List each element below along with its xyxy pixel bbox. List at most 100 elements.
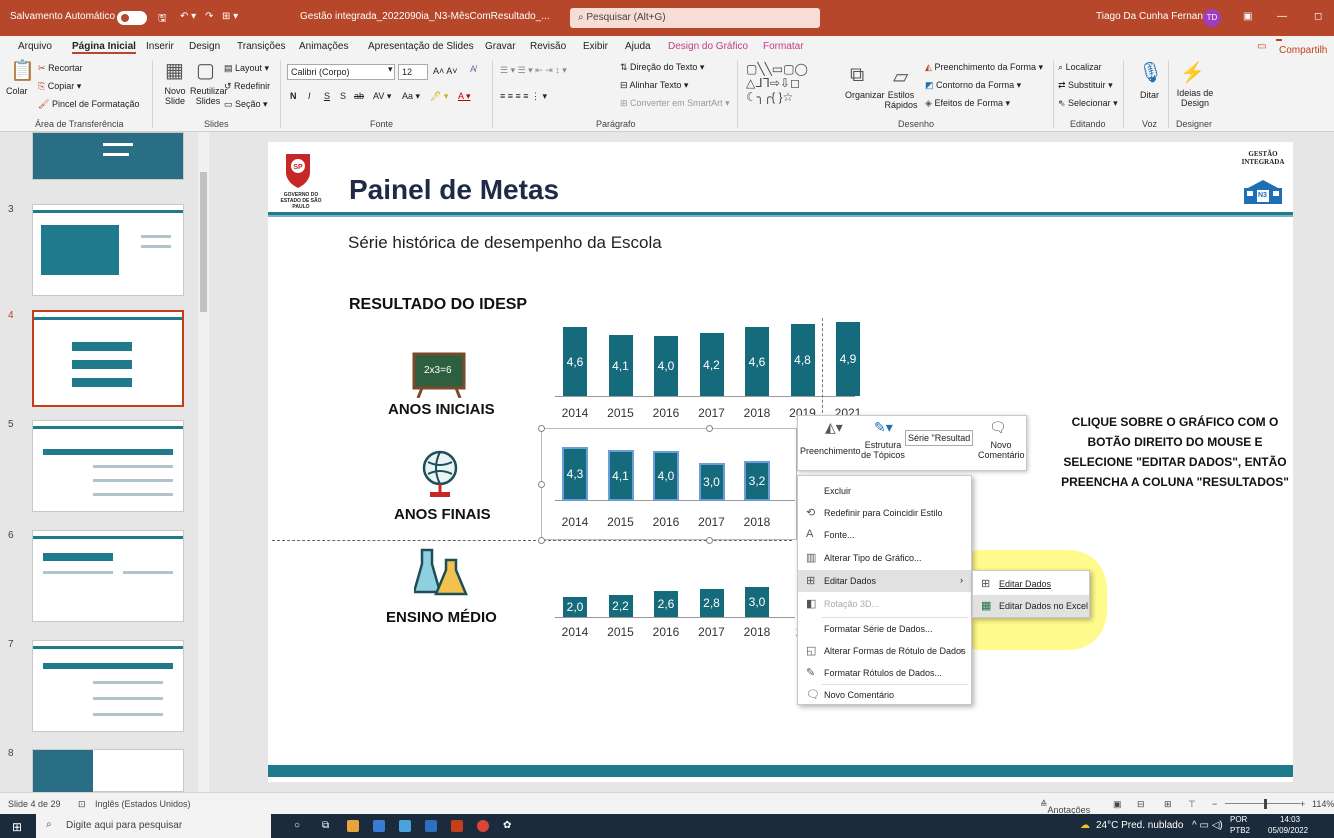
tab-inserir[interactable]: Inserir <box>146 41 174 52</box>
underline-button[interactable]: S <box>324 91 330 101</box>
slide-thumbnail-7[interactable] <box>32 640 184 732</box>
quick-styles-icon[interactable]: ▱ <box>893 64 908 89</box>
slide-thumbnail-5[interactable] <box>32 420 184 512</box>
file-explorer-icon[interactable] <box>373 820 385 832</box>
chart-bar[interactable]: 4,1 <box>607 450 634 501</box>
resize-handle[interactable] <box>706 425 713 432</box>
new-slide-button[interactable]: Novo Slide <box>160 86 190 106</box>
slide-thumbnail-4[interactable] <box>32 310 184 407</box>
chart-bar[interactable]: 4,6 <box>745 327 769 396</box>
chart-bar[interactable]: 2,6 <box>654 591 678 617</box>
menu-item-excluir[interactable]: Excluir <box>798 480 971 502</box>
slide-title[interactable]: Painel de Metas <box>349 174 559 206</box>
reading-view-icon[interactable]: ⊤ <box>1188 799 1196 810</box>
new-comment-button[interactable]: Novo Comentário <box>978 440 1025 460</box>
chart-bar[interactable]: 4,6 <box>563 327 587 396</box>
powerpoint-icon[interactable] <box>451 820 463 832</box>
microphone-icon[interactable]: 🎙 <box>1138 60 1163 85</box>
notes-button[interactable]: ≙ Anotações <box>1040 799 1090 815</box>
reuse-slides-button[interactable]: Reutilizar Slides <box>190 86 228 106</box>
fill-button[interactable]: Preenchimento <box>800 446 861 456</box>
paint-bucket-icon[interactable]: ◭▾ <box>825 419 843 436</box>
strikethrough-icon[interactable]: ab <box>354 91 364 101</box>
tab-transicoes[interactable]: Transições <box>237 41 286 52</box>
sorter-view-icon[interactable]: ⊞ <box>1164 799 1172 810</box>
shape-fill-button[interactable]: ◭ Preenchimento da Forma ▾ <box>925 62 1043 73</box>
text-direction-button[interactable]: ⇅ Direção do Texto ▾ <box>620 62 704 73</box>
submenu-item-editar-excel[interactable]: ▦ Editar Dados no Excel <box>973 595 1089 617</box>
chart-bar[interactable]: 3,0 <box>698 463 725 501</box>
paste-icon[interactable]: 📋 <box>10 58 35 83</box>
redo-icon[interactable]: ↷ <box>205 11 213 22</box>
browser-icon[interactable] <box>477 820 489 832</box>
chart-bar[interactable]: 4,2 <box>699 333 724 396</box>
menu-item-novo-comentario[interactable]: 🗨 Novo Comentário <box>798 684 971 706</box>
tab-animacoes[interactable]: Animações <box>299 41 348 52</box>
scrollbar-thumb[interactable] <box>200 172 207 312</box>
tab-ajuda[interactable]: Ajuda <box>625 41 651 52</box>
present-icon[interactable]: ⊞ ▾ <box>222 11 238 22</box>
comment-icon[interactable]: 🗨 <box>989 419 1007 436</box>
bullets-icon[interactable]: ☰ ▾ ☰ ▾ ⇤ ⇥ ↕ ▾ <box>500 65 567 76</box>
avatar[interactable]: TD <box>1203 9 1221 27</box>
tab-arquivo[interactable]: Arquivo <box>18 41 52 52</box>
minimize-icon[interactable]: — <box>1277 11 1287 22</box>
taskbar-search[interactable]: ⌕ Digite aqui para pesquisar <box>36 814 271 838</box>
align-icon[interactable]: ≡ ≡ ≡ ≡ ⋮ ▾ <box>500 91 547 102</box>
case-button[interactable]: Aa ▾ <box>402 91 420 102</box>
align-text-button[interactable]: ⊟ Alinhar Texto ▾ <box>620 80 688 91</box>
chart-bar[interactable]: 2,8 <box>699 589 724 617</box>
paste-button[interactable]: Colar <box>6 86 28 96</box>
chart-bar[interactable]: 4,3 <box>562 447 588 501</box>
chart-bar[interactable]: 4,8 <box>790 324 815 396</box>
section-heading[interactable]: RESULTADO DO IDESP <box>349 296 527 314</box>
windows-start-icon[interactable]: ⊞ <box>12 820 22 834</box>
resize-handle[interactable] <box>538 537 545 544</box>
keyboard-indicator[interactable]: PTB2 <box>1230 826 1250 835</box>
menu-item-formatar-rotulos[interactable]: ✎ Formatar Rótulos de Dados... <box>798 662 971 684</box>
clock-date[interactable]: 05/09/2022 <box>1268 826 1308 835</box>
outline-button[interactable]: Estrutura de Tópicos <box>860 440 906 460</box>
reset-button[interactable]: ↺ Redefinir <box>224 81 270 92</box>
zoom-in-icon[interactable]: + <box>1300 799 1305 809</box>
thumbnails-scrollbar[interactable] <box>198 132 209 792</box>
tab-pagina-inicial[interactable]: Página Inicial <box>72 41 136 54</box>
shapes-gallery[interactable]: ▢╲╲▭▢◯ △ᒧᒣ⇨⇩◻ ☾╮╭{ }☆ <box>746 62 818 104</box>
font-name-select[interactable]: Calibri (Corpo) <box>287 64 395 80</box>
language-indicator[interactable]: POR <box>1230 815 1247 824</box>
slide-thumbnail[interactable] <box>32 132 184 180</box>
cortana-icon[interactable]: ○ <box>294 820 300 831</box>
section-button[interactable]: ▭ Seção ▾ <box>224 99 268 110</box>
chart-bar[interactable]: 4,1 <box>608 335 633 396</box>
save-icon[interactable]: 🖫 <box>158 11 167 28</box>
clear-format-icon[interactable]: A̸ <box>470 64 476 74</box>
font-color-icon[interactable]: A ▾ <box>458 91 471 102</box>
shape-outline-button[interactable]: ◩ Contorno da Forma ▾ <box>925 80 1021 91</box>
slide-subtitle[interactable]: Série histórica de desempenho da Escola <box>348 233 662 253</box>
tab-exibir[interactable]: Exibir <box>583 41 608 52</box>
designer-icon[interactable]: ⚡ <box>1180 60 1205 85</box>
clock-time[interactable]: 14:03 <box>1280 815 1300 824</box>
replace-button[interactable]: ⇄ Substituir ▾ <box>1058 80 1113 91</box>
shadow-button[interactable]: S <box>340 91 346 101</box>
tab-design-grafico[interactable]: Design do Gráfico <box>668 41 748 52</box>
italic-button[interactable]: I <box>308 91 311 101</box>
chart-bar[interactable]: 2,2 <box>608 595 633 617</box>
layout-button[interactable]: ▤ Layout ▾ <box>224 63 269 74</box>
quick-styles-button[interactable]: Estilos Rápidos <box>884 90 918 110</box>
arrange-button[interactable]: Organizar <box>845 90 885 100</box>
bold-button[interactable]: N <box>290 91 297 101</box>
resize-handle[interactable] <box>706 537 713 544</box>
menu-item-alterar-formas[interactable]: ◱ Alterar Formas de Rótulo de Dados › <box>798 640 971 662</box>
weather-text[interactable]: 24°C Pred. nublado <box>1096 820 1183 831</box>
tab-revisao[interactable]: Revisão <box>530 41 566 52</box>
language-label[interactable]: Inglês (Estados Unidos) <box>95 799 191 809</box>
spacing-icon[interactable]: AV ▾ <box>373 91 391 102</box>
comments-icon[interactable]: ▭ <box>1257 41 1266 52</box>
tab-formatar[interactable]: Formatar <box>763 41 804 52</box>
task-view-icon[interactable]: ⧉ <box>322 820 329 831</box>
menu-item-editar-dados[interactable]: ⊞ Editar Dados › <box>798 570 971 592</box>
chart-bar[interactable]: 4,0 <box>653 451 679 501</box>
menu-item-fonte[interactable]: A Fonte... <box>798 524 971 546</box>
tab-gravar[interactable]: Gravar <box>485 41 516 52</box>
